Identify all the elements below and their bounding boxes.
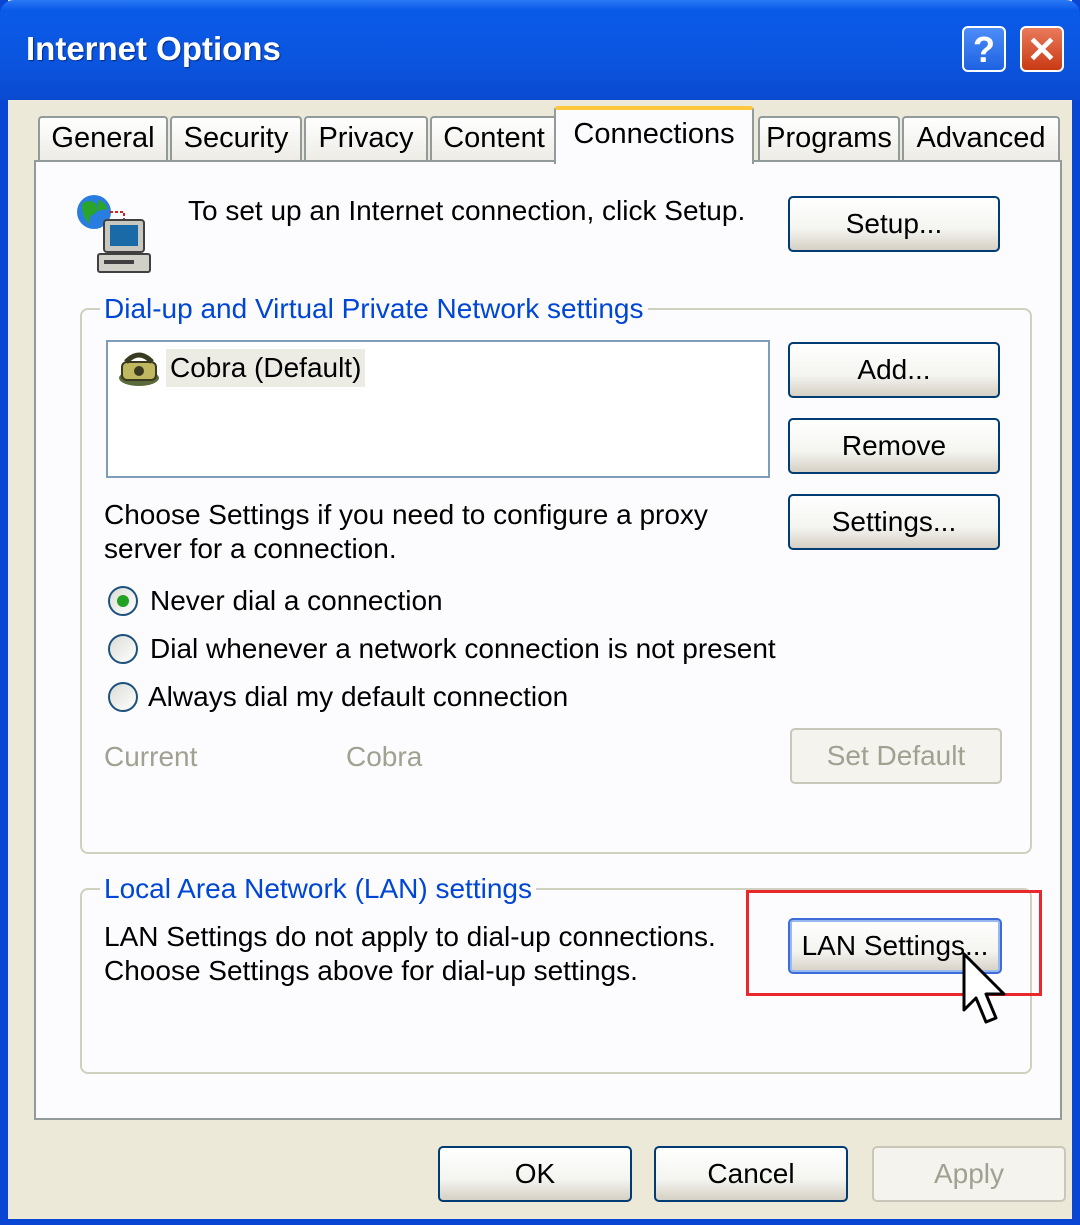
close-button[interactable]: ✕	[1020, 26, 1064, 72]
help-button[interactable]: ?	[962, 26, 1006, 72]
lan-settings-legend: Local Area Network (LAN) settings	[100, 872, 536, 906]
connections-panel: To set up an Internet connection, click …	[34, 160, 1062, 1120]
cancel-button[interactable]: Cancel	[654, 1146, 848, 1202]
window-title: Internet Options	[26, 30, 281, 67]
dial-when-not-present-radio[interactable]	[108, 634, 138, 664]
proxy-settings-text: Choose Settings if you need to configure…	[104, 499, 708, 564]
connections-listbox[interactable]: Cobra (Default)	[106, 340, 770, 478]
mouse-cursor-icon	[958, 950, 1012, 1036]
radio-selected-dot	[117, 595, 129, 607]
never-dial-radio[interactable]	[108, 586, 138, 616]
never-dial-label[interactable]: Never dial a connection	[150, 584, 443, 618]
dialup-phone-icon	[116, 348, 166, 388]
ok-button[interactable]: OK	[438, 1146, 632, 1202]
internet-options-window: Internet Options ? ✕ General Security Pr…	[0, 0, 1080, 1225]
setup-instructions: To set up an Internet connection, click …	[188, 195, 746, 226]
connection-name: Cobra (Default)	[166, 349, 366, 387]
dial-when-not-present-label[interactable]: Dial whenever a network connection is no…	[150, 632, 776, 666]
tab-strip: General Security Privacy Content Connect…	[8, 106, 1072, 164]
tab-advanced[interactable]: Advanced	[902, 116, 1060, 162]
current-connection-value: Cobra	[346, 741, 423, 772]
apply-button: Apply	[872, 1146, 1066, 1202]
always-dial-radio[interactable]	[108, 682, 138, 712]
network-computer-icon	[72, 192, 162, 277]
tab-security[interactable]: Security	[170, 116, 302, 162]
list-item[interactable]: Cobra (Default)	[116, 346, 366, 390]
lan-settings-text: LAN Settings do not apply to dial-up con…	[104, 921, 716, 986]
tab-privacy[interactable]: Privacy	[304, 116, 428, 162]
tab-general[interactable]: General	[38, 116, 168, 162]
always-dial-label[interactable]: Always dial my default connection	[148, 680, 568, 714]
tab-connections[interactable]: Connections	[554, 106, 754, 164]
title-bar[interactable]: Internet Options ? ✕	[0, 0, 1080, 100]
tab-programs[interactable]: Programs	[758, 116, 900, 162]
dialup-vpn-legend: Dial-up and Virtual Private Network sett…	[100, 292, 648, 326]
current-label: Current	[104, 741, 198, 772]
remove-button[interactable]: Remove	[788, 418, 1000, 474]
setup-button[interactable]: Setup...	[788, 196, 1000, 252]
add-button[interactable]: Add...	[788, 342, 1000, 398]
settings-button[interactable]: Settings...	[788, 494, 1000, 550]
tab-content[interactable]: Content	[430, 116, 558, 162]
set-default-button: Set Default	[790, 728, 1002, 784]
